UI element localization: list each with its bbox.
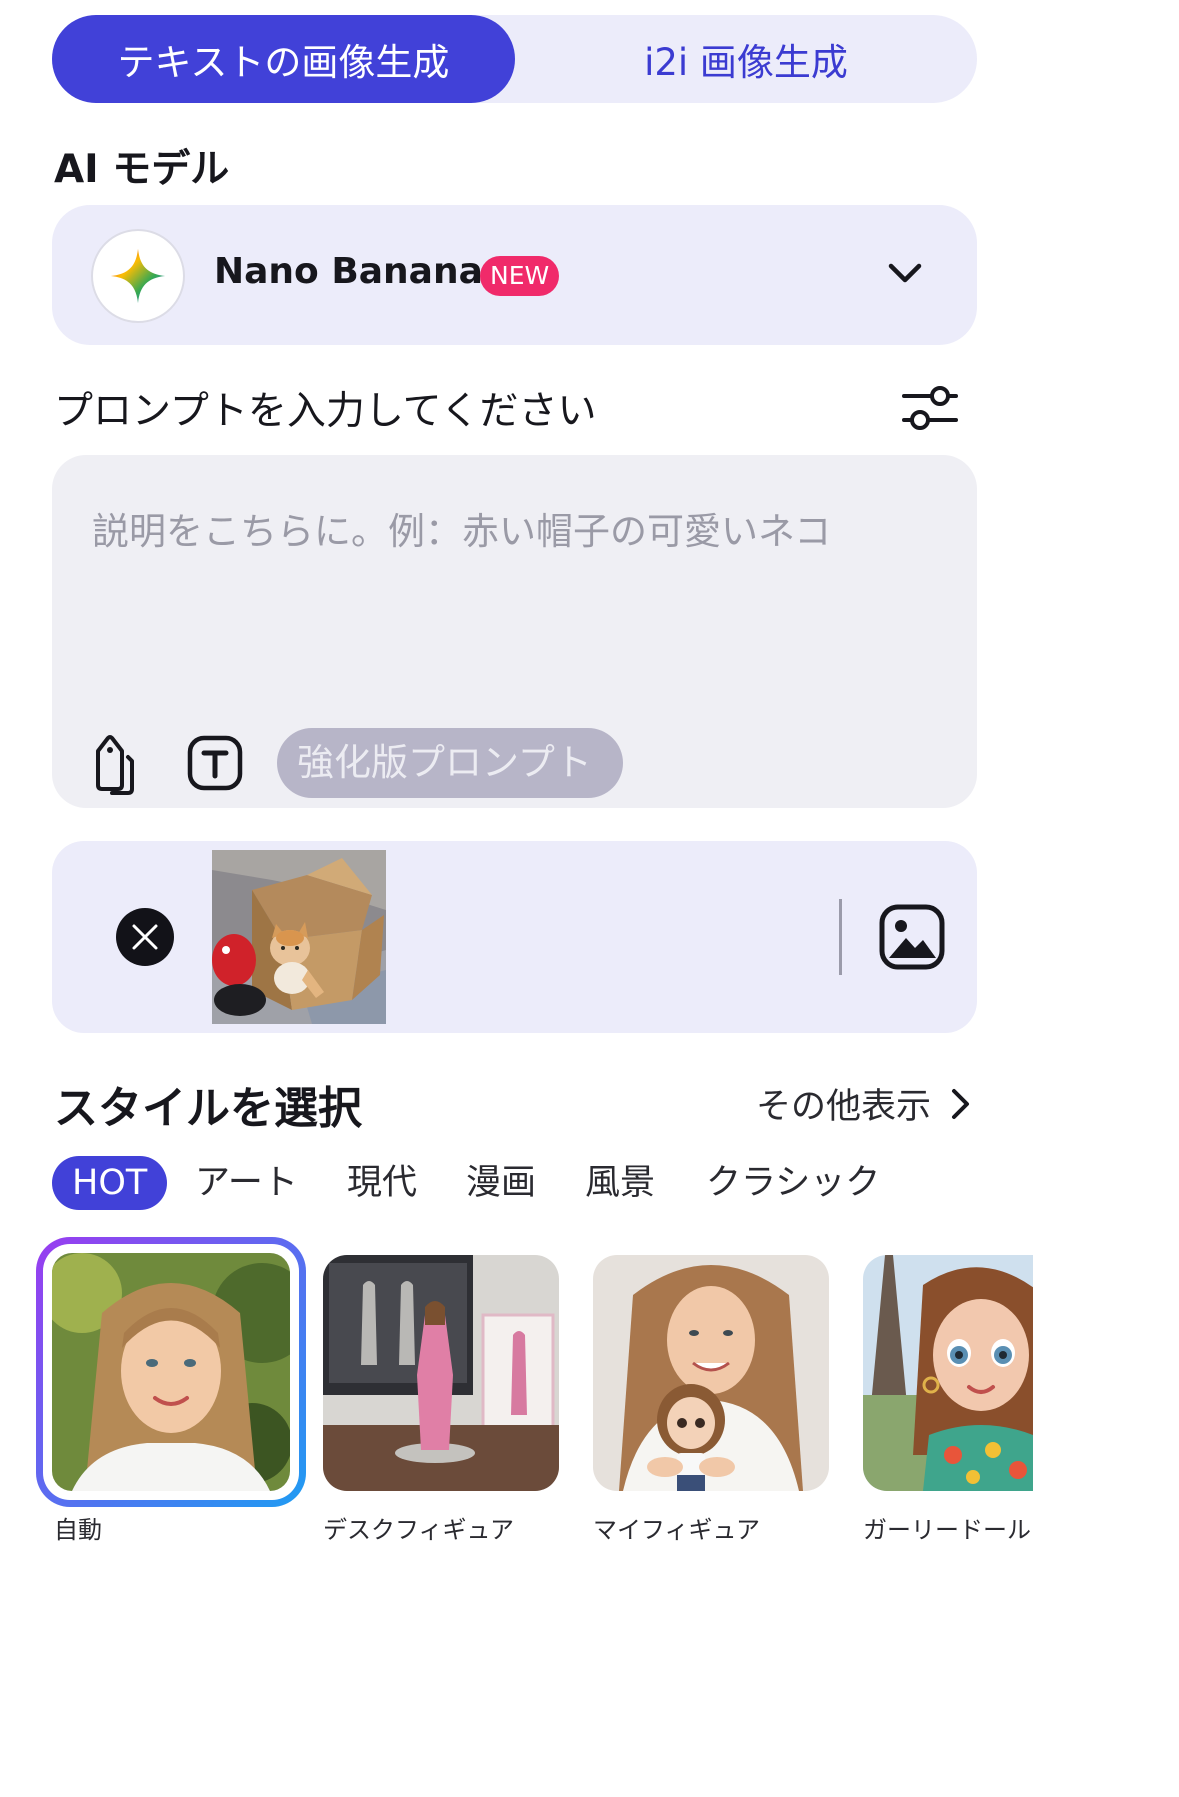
new-badge: NEW: [480, 256, 560, 296]
style-card-girly-doll[interactable]: [863, 1255, 1033, 1491]
prompt-placeholder: 説明をこちらに。例：赤い帽子の可愛いネコ: [92, 510, 832, 553]
category-tab-art[interactable]: アート: [195, 1156, 298, 1210]
image-gallery-icon[interactable]: [879, 904, 945, 970]
style-card-auto[interactable]: [36, 1237, 306, 1507]
style-card-auto-frame: [43, 1244, 299, 1500]
style-label-auto: 自動: [54, 1516, 102, 1544]
generation-mode-toggle: テキストの画像生成 i2i 画像生成: [52, 15, 977, 103]
sparkle-star-icon: [91, 229, 185, 323]
style-label-girly-doll: ガーリードール: [863, 1516, 1031, 1544]
style-card-my-figure[interactable]: [593, 1255, 829, 1491]
prompt-input[interactable]: 説明をこちらに。例：赤い帽子の可愛いネコ 強化版プロンプト: [52, 455, 977, 808]
style-label-my-figure: マイフィギュア: [593, 1516, 761, 1544]
close-icon[interactable]: [116, 908, 174, 966]
enhance-prompt-button[interactable]: 強化版プロンプト: [277, 728, 623, 798]
divider: [839, 899, 842, 975]
show-more-label: その他表示: [756, 1087, 932, 1127]
prompt-title: プロンプトを入力してください: [54, 389, 597, 434]
style-section-title: スタイルを選択: [54, 1083, 362, 1134]
tab-image-to-image[interactable]: i2i 画像生成: [515, 15, 977, 103]
tag-icon[interactable]: [90, 733, 140, 795]
style-preview-image: [863, 1255, 1033, 1491]
style-preview-image: [323, 1255, 559, 1491]
image-upload-area: [52, 841, 977, 1033]
model-selector[interactable]: Nano Banana NEW: [52, 205, 977, 345]
category-tab-hot[interactable]: HOT: [52, 1156, 168, 1210]
chevron-down-icon[interactable]: [885, 258, 925, 292]
style-card-desk-figure[interactable]: [323, 1255, 559, 1491]
tab-text-to-image[interactable]: テキストの画像生成: [52, 15, 515, 103]
style-preview-image: [593, 1255, 829, 1491]
text-format-icon[interactable]: [187, 735, 243, 791]
show-more-link[interactable]: その他表示: [756, 1078, 975, 1129]
category-tab-modern[interactable]: 現代: [347, 1156, 417, 1210]
ai-model-title: AI モデル: [54, 147, 230, 192]
category-tab-manga[interactable]: 漫画: [466, 1156, 536, 1210]
style-preview-image: [52, 1253, 290, 1491]
model-name: Nano Banana: [214, 251, 483, 292]
settings-sliders-icon[interactable]: [900, 382, 960, 434]
chevron-right-icon: [952, 1088, 970, 1119]
category-tab-classic[interactable]: クラシック: [706, 1156, 880, 1210]
category-tab-landscape[interactable]: 風景: [585, 1156, 655, 1210]
style-label-desk-figure: デスクフィギュア: [323, 1516, 515, 1544]
uploaded-image-thumbnail[interactable]: [212, 850, 386, 1024]
